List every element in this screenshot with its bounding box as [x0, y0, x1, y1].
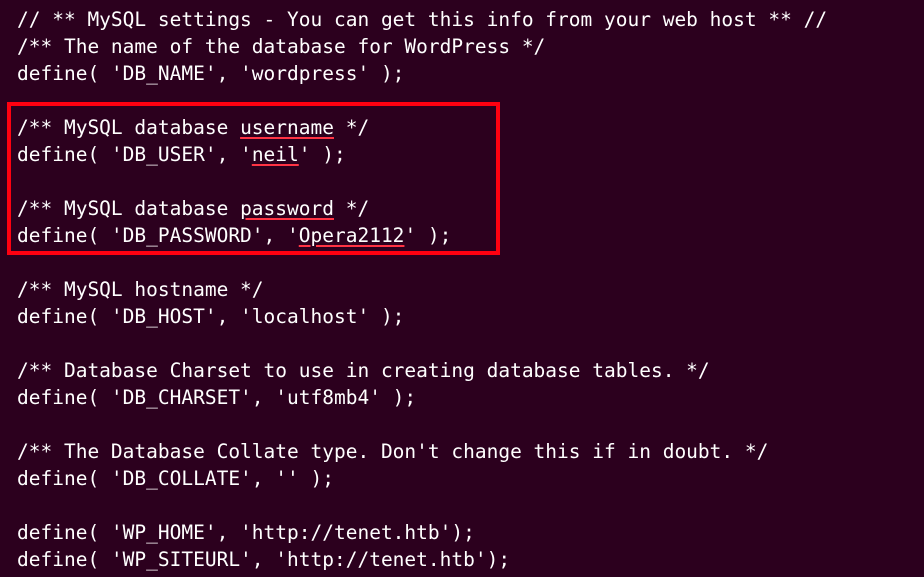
code-line: define( 'DB_PASSWORD', 'Opera2112' ); — [17, 224, 451, 247]
code-line: /** MySQL database password */ — [17, 197, 369, 220]
code-line: define( 'WP_SITEURL', 'http://tenet.htb'… — [17, 548, 510, 571]
code-line: define( 'WP_HOME', 'http://tenet.htb'); — [17, 521, 475, 544]
code-line: /** Database Charset to use in creating … — [17, 359, 710, 382]
code-line: /** MySQL hostname */ — [17, 278, 264, 301]
code-line: /** The Database Collate type. Don't cha… — [17, 440, 768, 463]
code-line: /** MySQL database username */ — [17, 116, 369, 139]
underline-db-password-value: Opera2112 — [299, 224, 405, 247]
code-line: // ** MySQL settings - You can get this … — [17, 8, 827, 31]
underline-db-user-value: neil — [252, 143, 299, 166]
code-line: define( 'DB_NAME', 'wordpress' ); — [17, 62, 404, 85]
code-line: define( 'DB_USER', 'neil' ); — [17, 143, 346, 166]
code-line: /** The name of the database for WordPre… — [17, 35, 545, 58]
code-line: define( 'DB_HOST', 'localhost' ); — [17, 305, 404, 328]
code-line: define( 'DB_COLLATE', '' ); — [17, 467, 334, 490]
underline-password-label: password — [240, 197, 334, 220]
underline-username-label: username — [240, 116, 334, 139]
config-code: // ** MySQL settings - You can get this … — [17, 6, 924, 573]
code-line: define( 'DB_CHARSET', 'utf8mb4' ); — [17, 386, 416, 409]
